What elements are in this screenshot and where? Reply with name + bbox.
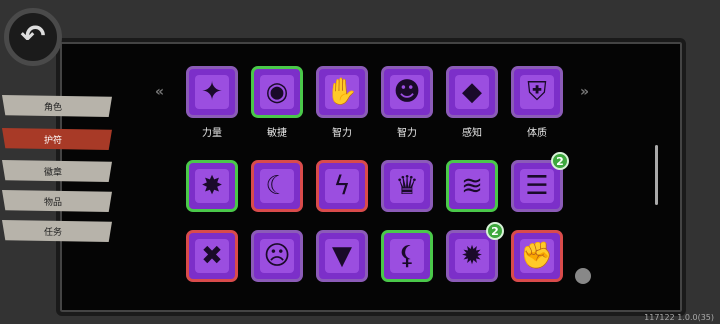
- mask-face-icon: ☻: [393, 77, 421, 107]
- bones-icon: ✖: [201, 241, 223, 271]
- indicator-dot: [575, 268, 591, 284]
- inventory-row2-slot-1[interactable]: ☾: [251, 160, 303, 212]
- inventory-row3-slot-5[interactable]: ✊: [511, 230, 563, 282]
- stat-label: 力量: [202, 128, 222, 139]
- sidebar-item-2[interactable]: 徽章: [2, 160, 112, 182]
- claw-marks-icon: ⚸: [397, 241, 417, 271]
- chevron-right-icon: »: [580, 84, 590, 100]
- handshake-icon: ✋: [325, 77, 359, 107]
- inventory-row2-slot-3[interactable]: ♛: [381, 160, 433, 212]
- inventory-row2-slot-2[interactable]: ϟ: [316, 160, 368, 212]
- equipped-slot-3[interactable]: ☻: [381, 66, 433, 118]
- stat-label: 智力: [332, 128, 352, 139]
- stat-label: 智力: [397, 128, 417, 139]
- sidebar-item-4[interactable]: 任务: [2, 220, 112, 242]
- disc-icon: ◉: [265, 77, 289, 107]
- version-text: 117122 1.0.0(35): [644, 313, 714, 322]
- charm-panel: [56, 38, 686, 316]
- stat-label: 敏捷: [267, 128, 287, 139]
- back-button[interactable]: ↶: [4, 8, 62, 66]
- inventory-row3-slot-3[interactable]: ⚸: [381, 230, 433, 282]
- shatter-icon: ✸: [201, 171, 223, 201]
- gem-pendant-icon: ◆: [462, 77, 482, 107]
- equipped-slot-4[interactable]: ◆: [446, 66, 498, 118]
- count-badge: 2: [551, 152, 569, 170]
- equipped-slot-0[interactable]: ✦: [186, 66, 238, 118]
- inventory-row3-slot-0[interactable]: ✖: [186, 230, 238, 282]
- stairs-icon: ☰: [525, 171, 549, 201]
- cracks-icon: ≋: [461, 171, 483, 201]
- crescent-icon: ☾: [265, 171, 289, 201]
- back-arrow-icon: ↶: [20, 19, 46, 54]
- equipped-slot-2[interactable]: ✋: [316, 66, 368, 118]
- claw-crystal-icon: ✦: [201, 77, 223, 107]
- inventory-row2-slot-4[interactable]: ≋: [446, 160, 498, 212]
- fist-icon: ✊: [520, 241, 554, 271]
- inventory-row2-slot-0[interactable]: ✸: [186, 160, 238, 212]
- equipped-slot-1[interactable]: ◉: [251, 66, 303, 118]
- sidebar-item-1[interactable]: 护符: [2, 128, 112, 150]
- shield-icon: ⛨: [527, 76, 547, 107]
- spike-crown-icon: ♛: [395, 171, 419, 201]
- chevron-left-icon: «: [155, 84, 165, 100]
- scrollbar[interactable]: [655, 145, 658, 205]
- spiky-creature-icon: ✹: [461, 241, 483, 271]
- stat-label: 体质: [527, 128, 547, 139]
- sidebar-item-0[interactable]: 角色: [2, 95, 112, 117]
- inventory-row3-slot-2[interactable]: ▼: [316, 230, 368, 282]
- warning-triangles-icon: ▼: [332, 241, 352, 271]
- sidebar-item-3[interactable]: 物品: [2, 190, 112, 212]
- inventory-row3-slot-1[interactable]: ☹: [251, 230, 303, 282]
- ghost-face-icon: ☹: [263, 241, 291, 271]
- stat-label: 感知: [462, 128, 482, 139]
- count-badge: 2: [486, 222, 504, 240]
- equipped-slot-5[interactable]: ⛨: [511, 66, 563, 118]
- lightning-icon: ϟ: [333, 171, 351, 201]
